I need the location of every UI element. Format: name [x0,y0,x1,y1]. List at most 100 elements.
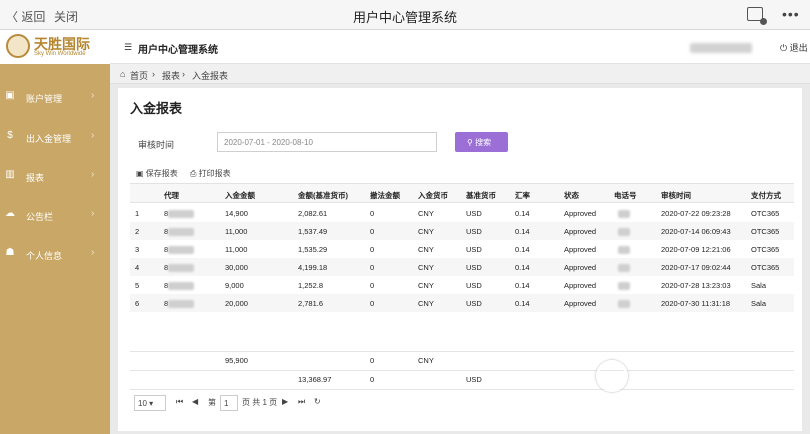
agent-cell: 8 [164,227,195,237]
save-label: 保存报表 [145,169,178,178]
table-row[interactable]: 3 8 11,000 1,535.29 0 CNY USD 0.14 Appro… [130,240,794,258]
amount-cell: 9,000 [225,281,244,290]
next-page-icon[interactable]: ▶ [282,397,288,406]
column-header[interactable]: 基准货币 [466,190,496,201]
redacted [618,282,630,291]
rate-cell: 0.14 [515,299,530,308]
save-report-button[interactable]: ▣ 保存报表 [136,168,178,179]
time-cell: 2020-07-09 12:21:06 [661,245,731,254]
status-cell: Approved [564,299,597,308]
time-cell: 2020-07-28 13:23:03 [661,281,731,290]
last-page-icon[interactable]: ⏭ [298,397,305,407]
base-currency-cell: USD [466,299,482,308]
column-header[interactable]: 金额(基准货币) [298,190,348,201]
column-header[interactable]: 代理 [164,190,179,201]
table-row[interactable]: 2 8 11,000 1,537.49 0 CNY USD 0.14 Appro… [130,222,794,240]
menu-icon[interactable]: ☰ [124,42,132,53]
cancel-amount-cell: 0 [370,245,375,254]
column-header[interactable]: 汇率 [515,190,530,201]
sidebar-item-accounts[interactable]: ▣ 账户管理 › [0,78,110,116]
time-cell: 2020-07-14 06:09:43 [661,227,731,236]
system-title: 用户中心管理系统 [138,45,218,56]
rate-cell: 0.14 [515,281,530,290]
logo-mark-icon [6,34,30,58]
base-currency-cell: USD [466,281,482,290]
search-icon: ⚲ [467,138,476,147]
bar-chart-icon: ▥ [5,169,15,180]
divider [130,351,794,352]
sidebar-item-profile[interactable]: ☗ 个人信息 › [0,235,110,273]
prev-page-icon[interactable]: ◀ [192,397,198,406]
currency-cell: CNY [418,263,434,272]
refresh-icon[interactable]: ↻ [314,397,321,406]
redacted [618,264,630,273]
time-cell: 2020-07-30 11:31:18 [661,299,731,308]
table-row[interactable]: 4 8 30,000 4,199.18 0 CNY USD 0.14 Appro… [130,258,794,276]
table-row[interactable]: 5 8 9,000 1,252.8 0 CNY USD 0.14 Approve… [130,276,794,294]
date-range-input[interactable]: 2020-07-01 - 2020-08-10 [217,132,437,152]
column-header[interactable]: 审核时间 [661,190,691,201]
currency-cell: CNY [418,281,434,290]
row-number: 1 [135,209,140,218]
breadcrumb-home[interactable]: 首页 [130,69,148,82]
breadcrumb-reports[interactable]: 报表 [162,69,180,82]
cancel-amount-cell: 0 [370,299,375,308]
base-amount-cell: 1,252.8 [298,281,324,290]
watermark-logo-icon [596,360,628,392]
logo-subtext: Sky Win Worldwide [34,51,86,57]
sidebar-item-funds[interactable]: $ 出入金管理 › [0,118,110,156]
base-amount-cell: 4,199.18 [298,263,328,272]
search-button[interactable]: ⚲ 搜索 [455,132,508,152]
phone-cell [618,281,630,291]
page-size-value: 10 [138,399,147,408]
chevron-right-icon: › [91,208,95,219]
amount-cell: 30,000 [225,263,248,272]
table-row[interactable]: 6 8 20,000 2,781.6 0 CNY USD 0.14 Approv… [130,294,794,312]
search-label: 搜索 [475,138,492,147]
breadcrumb-current: 入金报表 [192,71,229,81]
redacted [618,300,630,309]
breadcrumb-separator: › [152,69,155,79]
phone-cell [618,227,630,237]
pay-method-cell: OTC365 [751,209,780,218]
cloud-icon: ☁ [5,208,15,219]
sidebar-item-announcements[interactable]: ☁ 公告栏 › [0,196,110,234]
rate-cell: 0.14 [515,209,530,218]
redacted [168,246,195,255]
status-cell: Approved [564,209,597,218]
print-report-button[interactable]: ⎙ 打印报表 [190,168,231,179]
column-header[interactable]: 撤法金额 [370,190,400,201]
home-icon: ⌂ [120,69,126,79]
chevron-right-icon: › [91,169,95,180]
page-size-select[interactable]: 10 ▾ [134,395,166,411]
row-number: 5 [135,281,140,290]
logout-button[interactable]: ⏻ 退出 [780,41,808,54]
cancel-amount-cell: 0 [370,227,375,236]
tabs-icon[interactable] [747,7,767,25]
row-number: 2 [135,227,140,236]
first-page-icon[interactable]: ⏮ [176,397,183,407]
column-header[interactable]: 支付方式 [751,190,781,201]
page-label: 第 [208,398,216,407]
page-title: 入金报表 [130,101,183,116]
logout-label: 退出 [789,43,808,53]
window-title: 用户中心管理系统 [352,10,457,25]
column-header[interactable]: 状态 [564,190,579,201]
rate-cell: 0.14 [515,263,530,272]
currency-cell: CNY [418,245,434,254]
base-amount-cell: 1,535.29 [298,245,328,254]
column-header[interactable]: 入金货币 [418,190,448,201]
sidebar-item-reports[interactable]: ▥ 报表 › [0,157,110,195]
agent-cell: 8 [164,209,195,219]
status-cell: Approved [564,245,597,254]
page-number-input[interactable]: 1 [220,395,238,411]
redacted [168,264,195,273]
column-header[interactable]: 入金金额 [225,190,255,201]
more-icon[interactable]: ••• [782,6,800,22]
pay-method-cell: Sala [751,281,767,290]
column-header[interactable]: 电话号 [614,190,637,201]
table-row[interactable]: 1 8 14,900 2,082.61 0 CNY USD 0.14 Appro… [130,204,794,222]
sidebar-item-label: 公告栏 [26,212,54,222]
redacted [618,210,630,219]
phone-cell [618,245,630,255]
